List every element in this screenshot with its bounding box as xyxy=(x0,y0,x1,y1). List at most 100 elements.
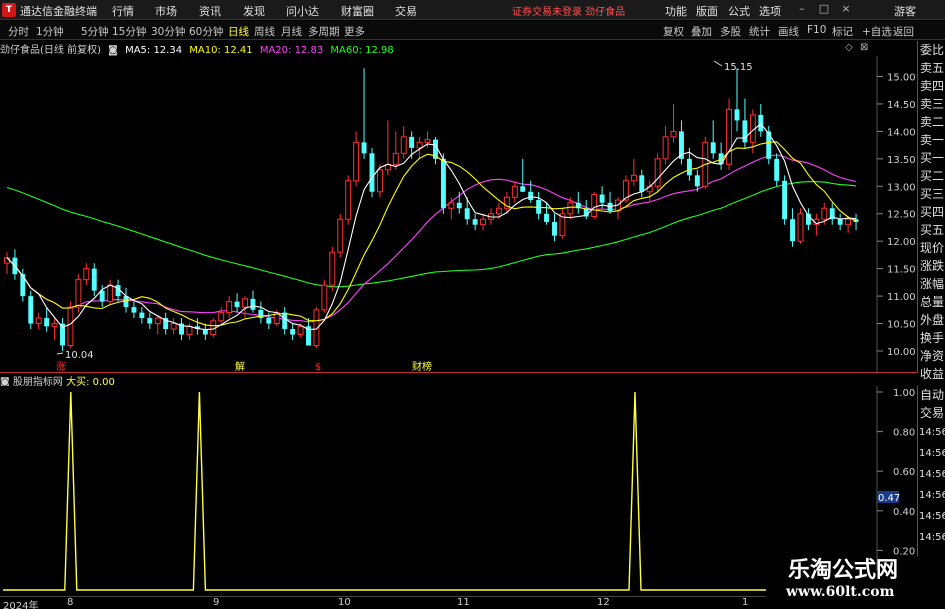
sp-sell5: 卖五 xyxy=(920,61,945,75)
price-tick-label: 10.00 xyxy=(887,347,916,358)
multi-stock-button[interactable]: 多股 xyxy=(720,24,741,39)
menu-gongshi[interactable]: 公式 xyxy=(728,3,750,19)
tab-multi-period[interactable]: 多周期 xyxy=(308,24,340,39)
menu-wenxiaoda[interactable]: 问小达 xyxy=(286,3,319,19)
sp-volume: 总量 xyxy=(920,295,945,309)
candle-body-down xyxy=(234,301,240,308)
tab-1min[interactable]: 1分钟 xyxy=(36,24,64,39)
price-tick-label: 14.50 xyxy=(887,100,916,111)
sp-time: 14:56 xyxy=(919,532,945,543)
candle-body-down xyxy=(686,158,692,176)
tab-fenshi[interactable]: 分时 xyxy=(8,24,29,39)
f10-button[interactable]: F10 xyxy=(807,24,826,36)
candle-body-down xyxy=(361,142,367,154)
settings-icon[interactable]: ◙ xyxy=(108,45,118,56)
menu-faxian[interactable]: 发现 xyxy=(243,3,265,19)
tab-15min[interactable]: 15分钟 xyxy=(112,24,146,39)
candle-body-up xyxy=(654,158,661,187)
tab-daily[interactable]: 日线 xyxy=(228,24,249,39)
sp-outer: 外盘 xyxy=(920,313,945,327)
sp-price: 现价 xyxy=(920,241,945,255)
add-watchlist-button[interactable]: +自选 xyxy=(862,24,892,39)
candle-body-up xyxy=(83,268,90,281)
menu-jiaoyi[interactable]: 交易 xyxy=(395,3,417,19)
tab-30min[interactable]: 30分钟 xyxy=(151,24,185,39)
candle-body-up xyxy=(337,218,344,253)
date-label: 2024年 xyxy=(3,601,39,609)
menu-caifuquan[interactable]: 财富圈 xyxy=(341,3,374,19)
guest-label[interactable]: 游客 xyxy=(894,3,916,19)
candle-body-up xyxy=(218,312,225,322)
candle-body-up xyxy=(511,185,518,198)
indicator-tick-label: 0.80 xyxy=(893,428,915,439)
fuquan-button[interactable]: 复权 xyxy=(663,24,684,39)
sp-buy5: 买五 xyxy=(920,223,945,237)
close-icon[interactable]: × xyxy=(839,2,853,15)
candle-body-down xyxy=(282,312,288,330)
sp-sell4: 卖四 xyxy=(920,79,945,93)
maximize-icon[interactable]: □ xyxy=(817,2,831,15)
candle-body-down xyxy=(99,290,105,302)
price-tick-label: 13.00 xyxy=(887,182,916,193)
tab-60min[interactable]: 60分钟 xyxy=(189,24,223,39)
menu-hangqing[interactable]: 行情 xyxy=(112,3,134,19)
sp-change: 涨跌 xyxy=(920,259,945,273)
candle-body-down xyxy=(456,202,462,209)
candle-body-up xyxy=(726,108,733,165)
candle-body-up xyxy=(567,202,574,215)
menu-zixun[interactable]: 资讯 xyxy=(199,3,221,19)
candle-body-down xyxy=(147,318,153,324)
candle-body-down xyxy=(258,309,264,319)
tab-5min[interactable]: 5分钟 xyxy=(81,24,109,39)
menu-gongneng[interactable]: 功能 xyxy=(665,3,687,19)
candlestick-chart[interactable]: 15.00 14.50 14.00 13.50 13.00 12.50 12.00 11.50… xyxy=(0,56,917,373)
indicator-tick-label: 1.00 xyxy=(893,388,915,399)
candle-body-up xyxy=(424,139,431,143)
candle-body-down xyxy=(837,219,843,225)
minimize-icon[interactable]: – xyxy=(795,2,809,15)
sp-time: 14:56 xyxy=(919,427,945,438)
candle-body-down xyxy=(520,186,526,192)
menu-banmian[interactable]: 版面 xyxy=(696,3,718,19)
candle-body-up xyxy=(495,207,502,215)
candle-body-down xyxy=(369,153,375,192)
candle-body-up xyxy=(591,194,598,217)
sp-auto[interactable]: 自动 xyxy=(918,386,945,404)
diamond-icon[interactable]: ◇ xyxy=(845,42,853,53)
ma-info-line: 劲仔食品(日线 前复权) ◙ MA5: 12.34 MA10: 12.41 MA… xyxy=(0,41,398,56)
candle-body-up xyxy=(797,213,804,242)
price-tick-label: 11.50 xyxy=(887,265,916,276)
sp-buy3: 买三 xyxy=(920,187,945,201)
price-tick-label: 10.50 xyxy=(887,320,916,331)
mark-button[interactable]: 标记 xyxy=(832,24,853,39)
tab-weekly[interactable]: 周线 xyxy=(254,24,275,39)
watermark: 乐淘公式网 www.60lt.com xyxy=(766,557,945,609)
date-label: 12 xyxy=(597,597,610,608)
date-label: 9 xyxy=(213,597,220,608)
quote-side-panel: 委比 卖五 卖四 卖三 卖二 卖一 买一 买二 买三 买四 买五 现价 涨跌 涨… xyxy=(917,41,945,381)
candle-body-down xyxy=(528,191,534,201)
tab-more[interactable]: 更多 xyxy=(344,24,365,39)
menu-xuanxiang[interactable]: 选项 xyxy=(759,3,781,19)
candle-body-up xyxy=(345,180,352,220)
tab-monthly[interactable]: 月线 xyxy=(281,24,302,39)
collapse-icon[interactable]: ⊠ xyxy=(860,42,868,53)
trade-side-panel: 自动 交易 14:56 14:56 14:56 14:56 14:56 14:5… xyxy=(917,386,945,556)
sp-trade[interactable]: 交易 xyxy=(918,404,945,422)
ma5-label: MA5: 12.34 xyxy=(125,45,183,56)
candle-body-down xyxy=(44,318,50,327)
overlay-button[interactable]: 叠加 xyxy=(691,24,712,39)
candle-body-up xyxy=(226,301,233,314)
candle-body-down xyxy=(91,268,97,291)
price-tick-label: 12.50 xyxy=(887,210,916,221)
candle-body-down xyxy=(290,329,296,335)
candle-body-up xyxy=(821,207,828,220)
candle-body-up xyxy=(75,279,82,308)
indicator-chart[interactable]: 1.000.800.600.470.400.20 xyxy=(0,386,917,596)
back-button[interactable]: 返回 xyxy=(893,24,914,39)
menu-shichang[interactable]: 市场 xyxy=(155,3,177,19)
period-toolbar: 分时 1分钟 5分钟 15分钟 30分钟 60分钟 日线 周线 月线 多周期 更… xyxy=(0,21,945,40)
watermark-url: www.60lt.com xyxy=(786,584,895,600)
draw-line-button[interactable]: 画线 xyxy=(778,24,799,39)
stats-button[interactable]: 统计 xyxy=(749,24,770,39)
